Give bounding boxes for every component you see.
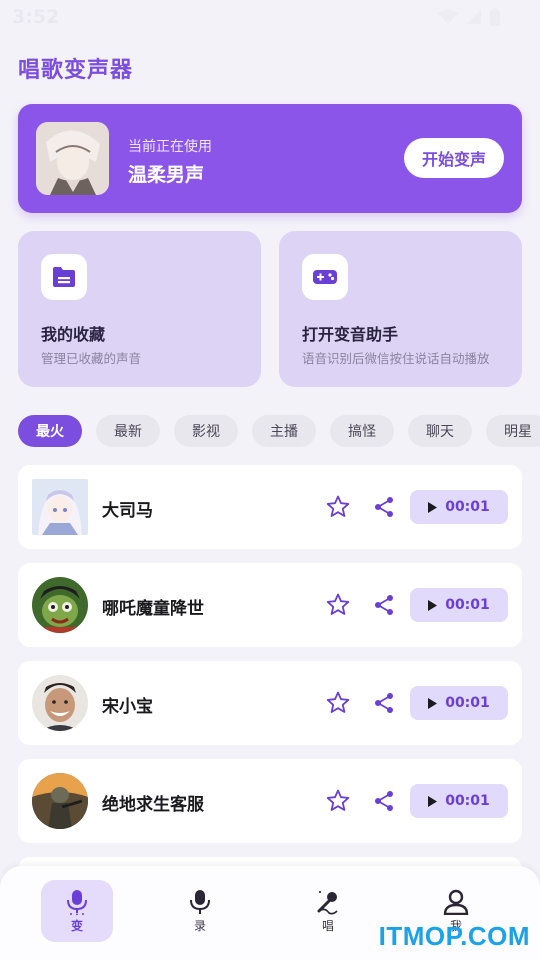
favorites-title: 我的收藏 [41, 325, 106, 344]
nav-item-change[interactable]: 变 [41, 880, 113, 942]
chip-film[interactable]: 影视 [174, 415, 238, 447]
star-icon[interactable] [326, 593, 350, 616]
item-name: 大司马 [102, 501, 153, 521]
play-button[interactable]: 00:01 [410, 686, 508, 720]
folder-icon [41, 254, 87, 300]
mic-icon [67, 889, 87, 915]
chip-hot[interactable]: 最火 [18, 415, 82, 447]
chip-chat[interactable]: 聊天 [408, 415, 472, 447]
item-name: 宋小宝 [102, 697, 153, 717]
record-icon [190, 889, 210, 914]
chip-celebrity[interactable]: 明星 [486, 415, 540, 447]
status-time: 3:52 [12, 6, 60, 28]
item-thumbnail [32, 773, 88, 829]
watermark: ITMOP.COM [378, 921, 530, 951]
star-icon[interactable] [326, 691, 350, 714]
list-item[interactable]: 哪吒魔童降世 00:01 [18, 563, 522, 647]
share-icon[interactable] [373, 594, 395, 616]
list-item[interactable]: 宋小宝 00:01 [18, 661, 522, 745]
chip-newest[interactable]: 最新 [96, 415, 160, 447]
nav-label: 录 [193, 918, 206, 933]
voice-assistant-desc: 语音识别后微信按住说话自动播放 [302, 351, 490, 366]
item-thumbnail [32, 577, 88, 633]
profile-icon [443, 889, 469, 915]
play-button[interactable]: 00:01 [410, 784, 508, 818]
item-duration: 00:01 [445, 695, 490, 711]
start-voice-change-button[interactable]: 开始变声 [404, 138, 504, 178]
play-button[interactable]: 00:01 [410, 588, 508, 622]
current-voice-avatar [36, 122, 109, 195]
voice-assistant-card[interactable]: 打开变音助手 语音识别后微信按住说话自动播放 [279, 231, 522, 387]
share-icon[interactable] [373, 790, 395, 812]
nav-label: 变 [70, 918, 83, 933]
chip-streamer[interactable]: 主播 [252, 415, 316, 447]
chip-funny[interactable]: 搞怪 [330, 415, 394, 447]
share-icon[interactable] [373, 692, 395, 714]
item-name: 绝地求生客服 [102, 795, 204, 815]
current-voice-label: 当前正在使用 [128, 139, 212, 155]
nav-label: 唱 [321, 918, 334, 933]
voice-assistant-title: 打开变音助手 [302, 325, 399, 344]
nav-item-record[interactable]: 录 [164, 880, 236, 942]
star-icon[interactable] [326, 495, 350, 518]
sing-icon [317, 890, 338, 914]
app-title: 唱歌变声器 [18, 58, 134, 83]
favorites-card[interactable]: 我的收藏 管理已收藏的声音 [18, 231, 261, 387]
play-button[interactable]: 00:01 [410, 490, 508, 524]
play-icon [428, 501, 438, 513]
signal-icon [467, 10, 481, 24]
gamepad-icon [302, 254, 348, 300]
star-icon[interactable] [326, 789, 350, 812]
list-item[interactable]: 大司马 00:01 [18, 465, 522, 549]
nav-item-sing[interactable]: 唱 [292, 880, 364, 942]
current-voice-card: 当前正在使用 温柔男声 开始变声 [18, 104, 522, 213]
list-item[interactable]: 绝地求生客服 00:01 [18, 759, 522, 843]
item-thumbnail [32, 675, 88, 731]
play-icon [428, 599, 438, 611]
item-duration: 00:01 [445, 793, 490, 809]
item-thumbnail [32, 479, 88, 535]
item-duration: 00:01 [445, 499, 490, 515]
category-chips: 最火 最新 影视 主播 搞怪 聊天 明星 [18, 415, 540, 449]
favorites-desc: 管理已收藏的声音 [41, 351, 142, 366]
share-icon[interactable] [373, 496, 395, 518]
wifi-icon [438, 9, 458, 24]
status-icons [438, 8, 500, 26]
battery-icon [490, 8, 500, 26]
play-icon [428, 795, 438, 807]
item-name: 哪吒魔童降世 [102, 599, 204, 619]
status-bar: 3:52 [0, 0, 540, 36]
play-icon [428, 697, 438, 709]
current-voice-name: 温柔男声 [128, 164, 205, 186]
item-duration: 00:01 [445, 597, 490, 613]
